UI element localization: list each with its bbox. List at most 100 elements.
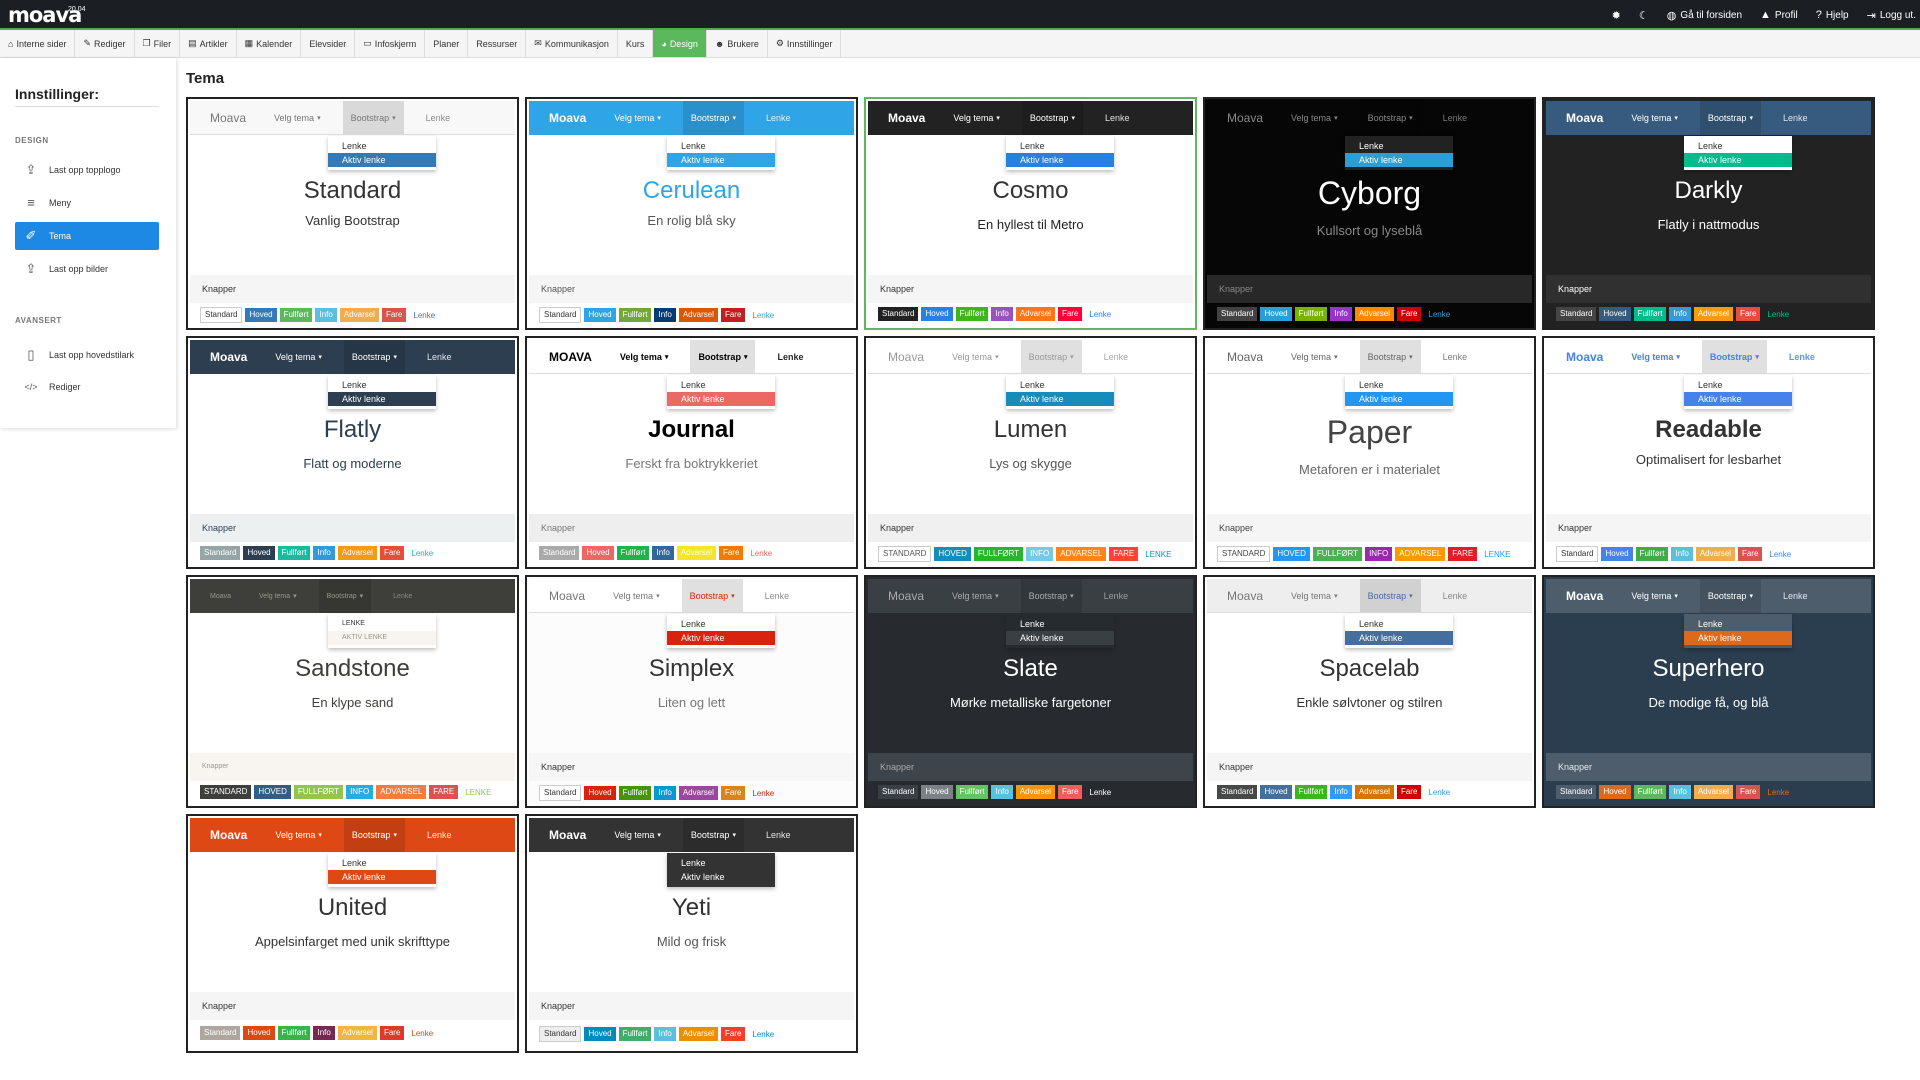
theme-button-advarsel[interactable]: Advarsel — [1354, 785, 1394, 799]
theme-button-advarsel[interactable]: Advarsel — [1693, 785, 1733, 799]
theme-button-info[interactable]: Info — [1330, 307, 1352, 321]
menu-item-kalender[interactable]: ▦ Kalender — [237, 30, 302, 57]
theme-button-standard[interactable]: Standard — [1556, 546, 1599, 562]
theme-card-cyborg[interactable]: Moava Velg tema ▾ Bootstrap ▾ Lenke Lenke Aktiv… — [1203, 97, 1536, 330]
theme-button-advarsel[interactable]: Advarsel — [1693, 307, 1733, 321]
theme-button-lenke[interactable]: Lenke — [1480, 548, 1514, 561]
theme-button-standard[interactable]: Standard — [539, 1026, 582, 1042]
theme-button-standard[interactable]: Standard — [878, 546, 932, 562]
theme-button-advarsel[interactable]: Advarsel — [1015, 785, 1055, 799]
theme-button-fare[interactable]: Fare — [1396, 307, 1422, 321]
theme-button-fare[interactable]: Fare — [1057, 307, 1083, 321]
menu-item-kommunikasjon[interactable]: ✉ Kommunikasjon — [526, 30, 618, 57]
theme-button-fullfort[interactable]: Fullført — [1633, 307, 1667, 321]
theme-button-standard[interactable]: Standard — [878, 785, 919, 799]
theme-card-lumen[interactable]: Moava Velg tema ▾ Bootstrap ▾ Lenke Lenke Aktiv… — [864, 336, 1197, 569]
theme-button-fare[interactable]: Fare — [1735, 785, 1761, 799]
menu-item-design[interactable]: ◕ Design — [653, 30, 707, 57]
topbar-button-logg-ut-[interactable]: ⇥ Logg ut. — [1867, 9, 1916, 22]
theme-button-info[interactable]: Info — [1365, 547, 1393, 561]
theme-button-fullfort[interactable]: Fullført — [618, 786, 652, 800]
theme-button-fullfort[interactable]: Fullført — [618, 308, 652, 322]
theme-button-lenke[interactable]: Lenke — [1424, 786, 1454, 799]
theme-button-info[interactable]: Info — [991, 785, 1013, 799]
theme-button-fullfort[interactable]: Fullført — [618, 1027, 652, 1041]
theme-button-fullfort[interactable]: Fullført — [1635, 547, 1669, 561]
menu-item-kurs[interactable]: Kurs — [618, 30, 654, 57]
topbar-button-hjelp[interactable]: ? Hjelp — [1816, 9, 1849, 21]
theme-card-simplex[interactable]: Moava Velg tema ▾ Bootstrap ▾ Lenke Lenke Aktiv… — [525, 575, 858, 808]
sidebar-item-last-opp-hovedstilark[interactable]: ▯ Last opp hovedstilark — [15, 341, 159, 369]
theme-button-standard[interactable]: Standard — [539, 307, 582, 323]
menu-item-innstillinger[interactable]: ⚙ Innstillinger — [768, 30, 842, 57]
theme-button-fare[interactable]: Fare — [1737, 547, 1763, 561]
theme-button-fare[interactable]: Fare — [720, 1027, 746, 1041]
theme-button-advarsel[interactable]: Advarsel — [376, 785, 427, 799]
theme-button-lenke[interactable]: Lenke — [1085, 786, 1115, 799]
theme-button-fullfort[interactable]: Fullført — [293, 785, 344, 799]
theme-button-lenke[interactable]: Lenke — [409, 309, 439, 322]
theme-button-fullfort[interactable]: Fullført — [279, 308, 313, 322]
menu-item-ressurser[interactable]: Ressurser — [468, 30, 527, 57]
theme-button-hoved[interactable]: Hoved — [921, 307, 953, 321]
theme-button-lenke[interactable]: Lenke — [1765, 548, 1795, 561]
menu-item-rediger[interactable]: ✎ Rediger — [75, 30, 135, 57]
theme-button-hoved[interactable]: Hoved — [254, 785, 291, 799]
theme-button-advarsel[interactable]: Advarsel — [337, 1026, 377, 1040]
theme-button-hoved[interactable]: Hoved — [243, 1026, 275, 1040]
theme-button-info[interactable]: Info — [313, 1026, 335, 1040]
theme-button-info[interactable]: Info — [315, 308, 337, 322]
theme-card-superhero[interactable]: Moava Velg tema ▾ Bootstrap ▾ Lenke Lenke Aktiv… — [1542, 575, 1875, 808]
sidebar-item-last-opp-topplogo[interactable]: ⇪ Last opp topplogo — [15, 156, 159, 184]
menu-item-elevsider[interactable]: Elevsider — [301, 30, 356, 57]
theme-button-fullfort[interactable]: Fullført — [973, 547, 1024, 561]
theme-button-hoved[interactable]: Hoved — [243, 546, 275, 560]
theme-button-fullfort[interactable]: Fullført — [277, 546, 311, 560]
theme-button-standard[interactable]: Standard — [200, 785, 252, 799]
menu-item-brukere[interactable]: ☻ Brukere — [707, 30, 768, 57]
sidebar-item-last-opp-bilder[interactable]: ⇪ Last opp bilder — [15, 255, 159, 283]
theme-button-fare[interactable]: Fare — [1735, 307, 1761, 321]
theme-button-lenke[interactable]: Lenke — [748, 309, 778, 322]
theme-card-standard[interactable]: Moava Velg tema ▾ Bootstrap ▾ Lenke Lenke Aktiv… — [186, 97, 519, 330]
theme-button-info[interactable]: Info — [1669, 785, 1691, 799]
theme-button-advarsel[interactable]: Advarsel — [1695, 547, 1735, 561]
theme-button-info[interactable]: Info — [1330, 785, 1352, 799]
theme-button-hoved[interactable]: Hoved — [934, 547, 971, 561]
theme-button-info[interactable]: Info — [652, 546, 674, 560]
theme-button-lenke[interactable]: Lenke — [1085, 308, 1115, 321]
sidebar-item-tema[interactable]: ✐ Tema — [15, 222, 159, 250]
theme-card-yeti[interactable]: Moava Velg tema ▾ Bootstrap ▾ Lenke Lenke Aktiv… — [525, 814, 858, 1053]
theme-button-hoved[interactable]: Hoved — [1260, 307, 1292, 321]
theme-button-fullfort[interactable]: Fullført — [277, 1026, 311, 1040]
theme-button-hoved[interactable]: Hoved — [584, 786, 616, 800]
theme-button-advarsel[interactable]: Advarsel — [678, 308, 718, 322]
theme-button-info[interactable]: Info — [346, 785, 374, 799]
theme-button-fullfort[interactable]: Fullført — [1294, 307, 1328, 321]
theme-button-standard[interactable]: Standard — [1556, 307, 1597, 321]
topbar-button-profil[interactable]: ▲ Profil — [1760, 9, 1798, 21]
theme-card-sandstone[interactable]: Moava Velg tema ▾ Bootstrap ▾ Lenke Lenke Aktiv… — [186, 575, 519, 808]
theme-button-advarsel[interactable]: Advarsel — [678, 786, 718, 800]
theme-button-standard[interactable]: Standard — [200, 546, 241, 560]
theme-button-hoved[interactable]: Hoved — [1273, 547, 1310, 561]
theme-button-advarsel[interactable]: Advarsel — [1015, 307, 1055, 321]
theme-button-lenke[interactable]: Lenke — [1763, 308, 1793, 321]
menu-item-infoskjerm[interactable]: ▭ Infoskjerm — [355, 30, 426, 57]
theme-card-darkly[interactable]: Moava Velg tema ▾ Bootstrap ▾ Lenke Lenke Aktiv… — [1542, 97, 1875, 330]
theme-card-cosmo[interactable]: Moava Velg tema ▾ Bootstrap ▾ Lenke Lenke Aktiv… — [864, 97, 1197, 330]
theme-button-fare[interactable]: Fare — [429, 785, 459, 799]
sidebar-item-rediger[interactable]: </> Rediger — [15, 373, 159, 401]
theme-button-fullfort[interactable]: Fullført — [1312, 547, 1363, 561]
theme-button-standard[interactable]: Standard — [1217, 546, 1271, 562]
theme-button-advarsel[interactable]: Advarsel — [1395, 547, 1446, 561]
theme-button-fare[interactable]: Fare — [1448, 547, 1478, 561]
menu-item-planer[interactable]: Planer — [425, 30, 469, 57]
theme-button-hoved[interactable]: Hoved — [584, 308, 616, 322]
topbar-button-gå-til-forsiden[interactable]: ◍ Gå til forsiden — [1667, 9, 1742, 22]
theme-button-hoved[interactable]: Hoved — [582, 546, 614, 560]
theme-button-standard[interactable]: Standard — [200, 307, 243, 323]
menu-item-filer[interactable]: ❐ Filer — [135, 30, 181, 57]
theme-button-hoved[interactable]: Hoved — [1599, 785, 1631, 799]
theme-card-spacelab[interactable]: Moava Velg tema ▾ Bootstrap ▾ Lenke Lenke Aktiv… — [1203, 575, 1536, 808]
